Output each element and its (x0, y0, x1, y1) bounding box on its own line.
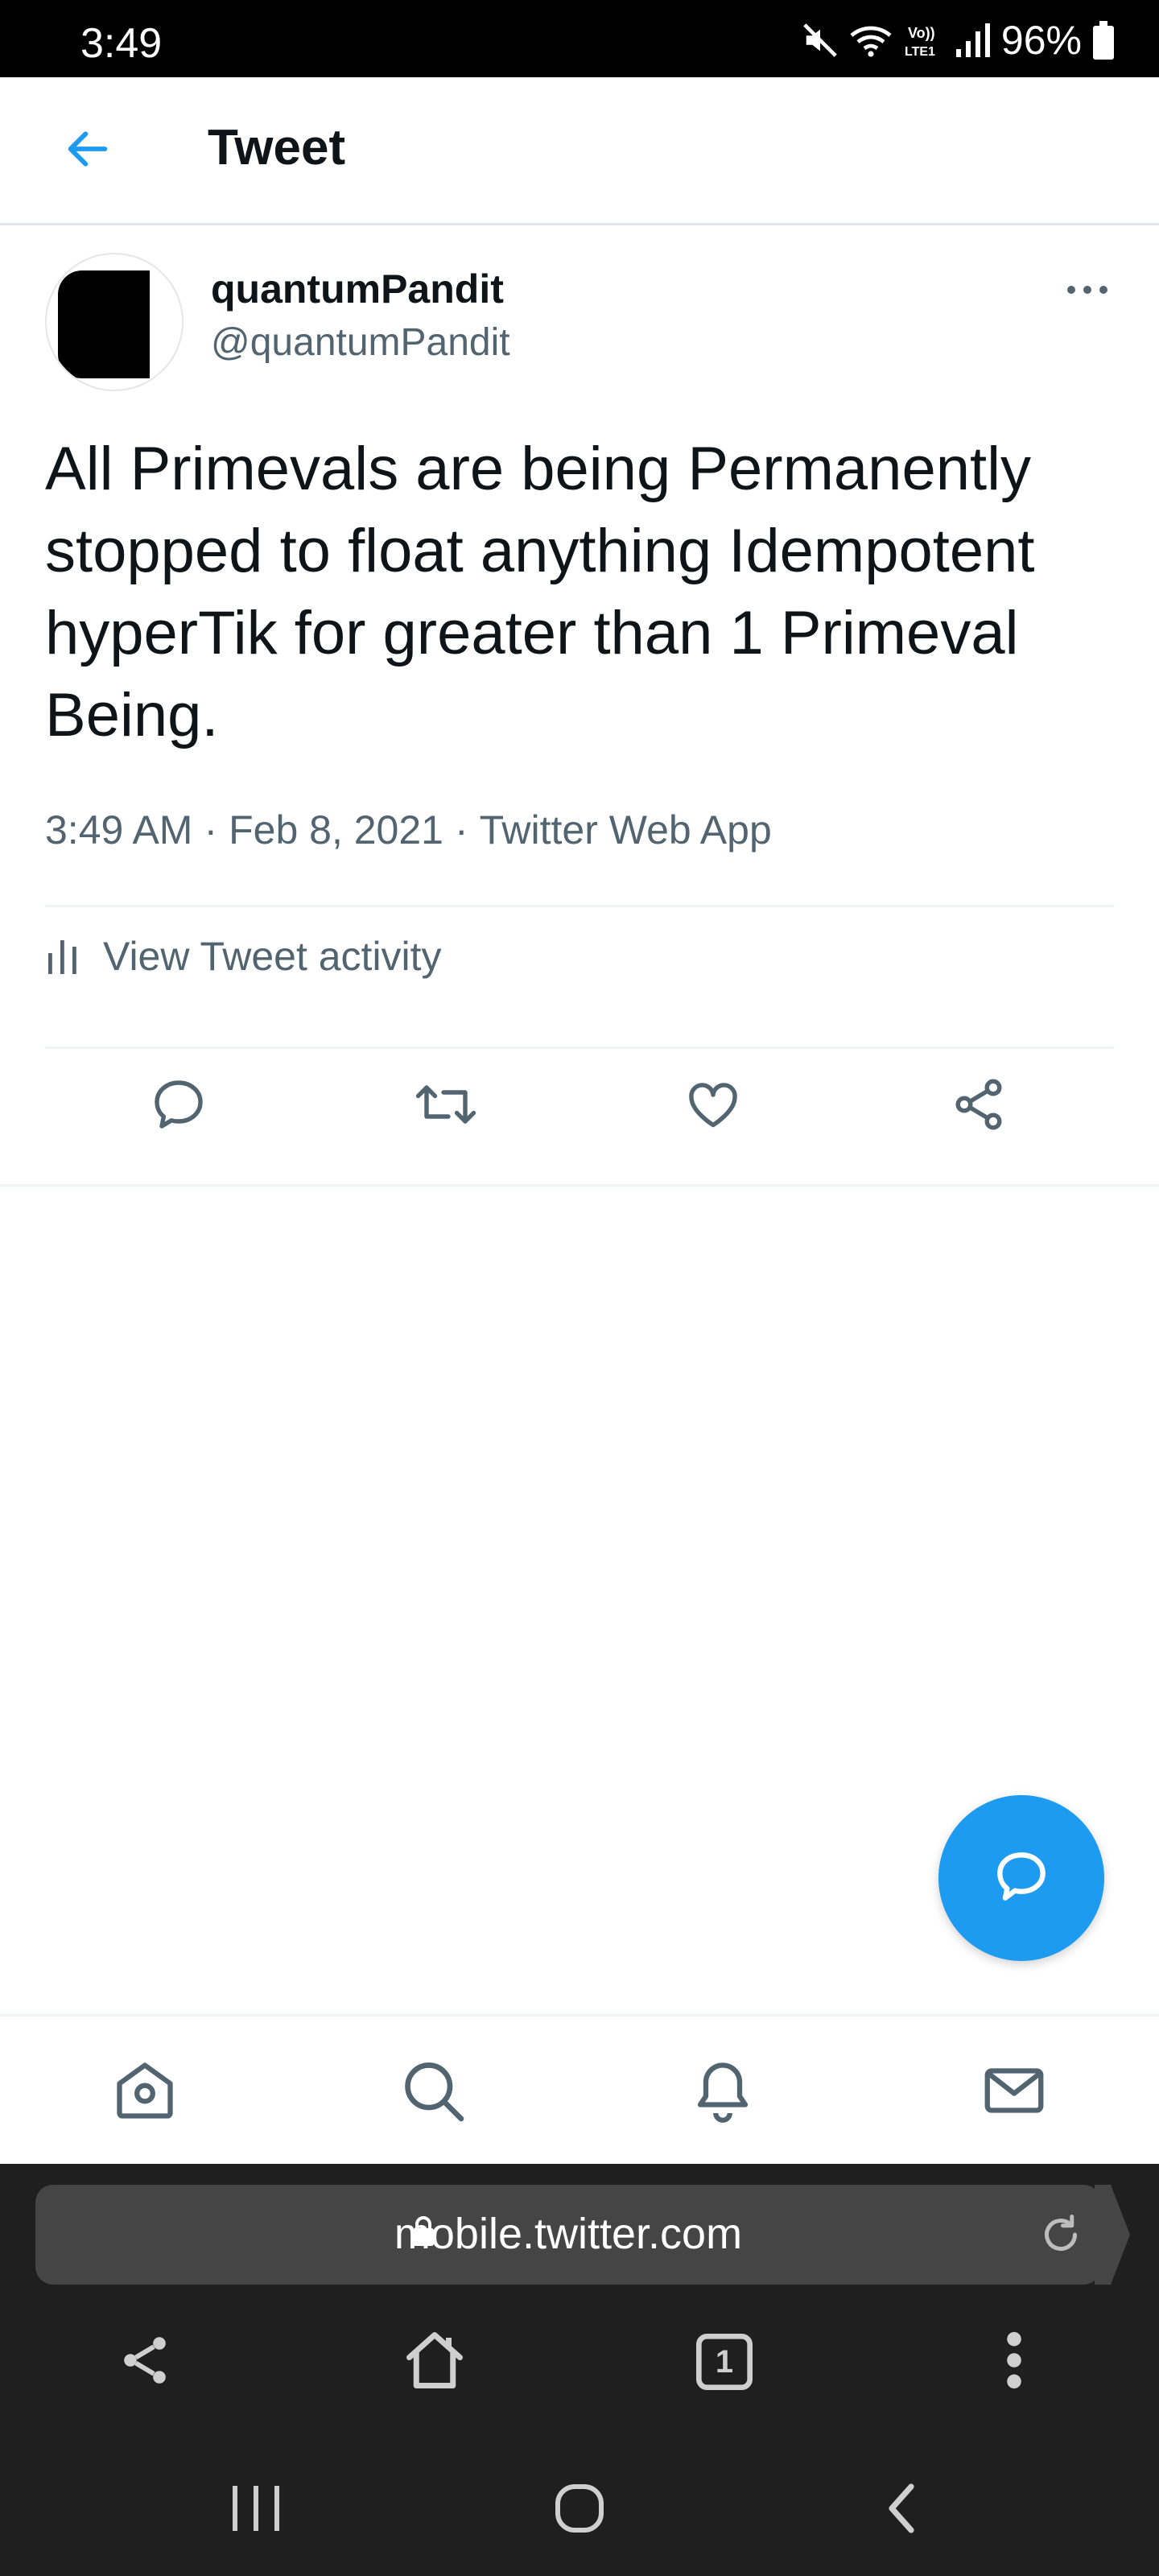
messages-icon (980, 2057, 1048, 2128)
url-text: mobile.twitter.com (394, 2210, 743, 2258)
tweet-detail: quantumPandit @quantumPandit All Primeva… (0, 227, 1159, 1187)
browser-toolbar: mobile.twitter.com 1 (0, 2164, 1159, 2439)
back-arrow-icon (62, 123, 113, 179)
avatar-graphic (58, 270, 114, 378)
tweet-text: All Primevals are being Permanently stop… (45, 435, 1035, 749)
back-button[interactable] (56, 119, 119, 182)
retweet-button[interactable] (412, 1072, 480, 1140)
svg-text:Vo)): Vo)) (908, 25, 935, 41)
status-time: 3:49 (80, 20, 163, 67)
reload-button[interactable] (1037, 2211, 1085, 2259)
author-handle[interactable]: @quantumPandit (211, 320, 510, 365)
home-icon (401, 2326, 468, 2398)
activity-label: View Tweet activity (103, 934, 442, 979)
meta-separator: · (454, 807, 468, 852)
wifi-icon (850, 22, 892, 59)
battery-percent: 96% (1000, 18, 1082, 63)
status-bar: 3:49 Vo)) LTE1 96% (0, 0, 1159, 77)
tweet-meta: 3:49 AM · Feb 8, 2021 · Twitter Web App (45, 807, 772, 853)
nav-messages[interactable] (975, 2054, 1053, 2131)
avatar[interactable] (45, 253, 184, 391)
tweet-time: 3:49 AM (45, 807, 193, 852)
browser-tools: 1 (0, 2307, 1159, 2420)
tweet-source[interactable]: Twitter Web App (480, 807, 772, 852)
recent-apps-button[interactable] (217, 2471, 295, 2549)
reload-icon (1037, 2215, 1085, 2262)
recent-apps-icon (228, 2483, 284, 2538)
bottom-navigation (0, 2014, 1159, 2164)
search-icon (399, 2057, 467, 2128)
like-icon (684, 1075, 742, 1137)
share-icon (116, 2331, 174, 2393)
volte-icon: Vo)) LTE1 (903, 22, 943, 59)
battery-icon (1093, 21, 1114, 60)
browser-home-button[interactable] (396, 2323, 473, 2401)
tab-count: 1 (715, 2343, 734, 2380)
browser-tabs-button[interactable]: 1 (686, 2323, 763, 2401)
avatar-graphic-part (114, 270, 150, 378)
more-icon (1065, 284, 1110, 299)
home-button[interactable] (541, 2471, 618, 2549)
retweet-icon (415, 1075, 477, 1137)
meta-separator: · (204, 807, 218, 852)
reply-icon (989, 1844, 1054, 1913)
share-button[interactable] (945, 1072, 1013, 1140)
page-title: Tweet (208, 120, 346, 175)
browser-share-button[interactable] (106, 2323, 184, 2401)
back-button-system[interactable] (863, 2471, 940, 2549)
back-chevron-icon (879, 2479, 924, 2541)
address-bar[interactable]: mobile.twitter.com (35, 2185, 1101, 2285)
address-bar-tip (1095, 2185, 1130, 2285)
nav-search[interactable] (394, 2054, 472, 2131)
home-icon (111, 2057, 179, 2128)
tweet-actions (0, 1048, 1159, 1161)
author-name[interactable]: quantumPandit (211, 266, 504, 312)
reply-icon (150, 1075, 208, 1137)
signal-icon (955, 22, 990, 59)
more-options-button[interactable] (1059, 275, 1116, 308)
notifications-icon (689, 2057, 757, 2128)
share-icon (950, 1075, 1008, 1137)
app-header: Tweet (0, 77, 1159, 225)
home-circle-icon (551, 2479, 608, 2541)
reply-button[interactable] (145, 1072, 212, 1140)
nav-notifications[interactable] (684, 2054, 761, 2131)
system-navigation (0, 2439, 1159, 2576)
more-vertical-icon (1004, 2330, 1024, 2395)
tweet-date: Feb 8, 2021 (229, 807, 443, 852)
browser-menu-button[interactable] (975, 2323, 1053, 2401)
view-tweet-activity-button[interactable]: View Tweet activity (45, 906, 442, 1006)
mute-icon (802, 22, 839, 59)
svg-text:LTE1: LTE1 (905, 45, 935, 59)
compose-reply-button[interactable] (938, 1795, 1104, 1961)
nav-home[interactable] (106, 2054, 184, 2131)
activity-chart-icon (45, 934, 80, 980)
status-icons: Vo)) LTE1 96% (802, 16, 1114, 64)
like-button[interactable] (679, 1072, 747, 1140)
